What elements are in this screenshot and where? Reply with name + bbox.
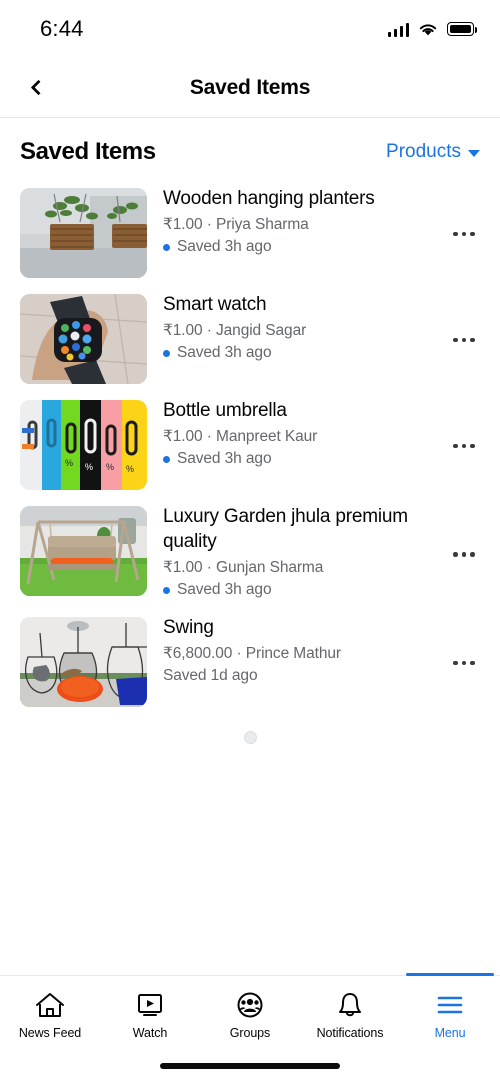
item-options-button[interactable] [442, 438, 486, 449]
item-price-seller: ₹6,800.00 · Prince Mathur [163, 645, 341, 662]
products-filter-dropdown[interactable]: Products [386, 141, 480, 163]
tab-label: Watch [132, 1026, 168, 1040]
item-saved-status: Saved 3h ago [163, 342, 434, 364]
list-item[interactable]: Luxury Garden jhula premium quality ₹1.0… [0, 496, 500, 607]
bell-icon [335, 989, 365, 1021]
item-saved-status: Saved 3h ago [163, 448, 434, 470]
list-item-body: Wooden hanging planters ₹1.00 · Priya Sh… [147, 184, 442, 258]
navigation-bar: Saved Items [0, 58, 500, 118]
filter-label: Products [386, 141, 461, 162]
svg-text:%: % [85, 462, 93, 472]
item-price-seller: ₹1.00 · Jangid Sagar [163, 322, 307, 339]
loading-spinner-icon [243, 731, 257, 744]
list-item-body: Luxury Garden jhula premium quality ₹1.0… [147, 502, 442, 601]
page-title: Saved Items [189, 75, 311, 99]
list-loading-indicator [0, 713, 500, 744]
item-options-button[interactable] [442, 655, 486, 666]
svg-text:%: % [65, 458, 73, 468]
item-title: Luxury Garden jhula premium quality [163, 506, 408, 552]
list-item[interactable]: Swing ₹6,800.00 · Prince Mathur Saved 1d… [0, 607, 500, 713]
section-title: Saved Items [20, 138, 156, 165]
item-title: Swing [163, 617, 214, 638]
item-title: Wooden hanging planters [163, 188, 375, 209]
bottom-tab-bar: News Feed Watch Groups Notifications Men… [0, 973, 500, 1080]
item-options-button[interactable] [442, 226, 486, 237]
thumbnail-swing[interactable] [20, 617, 147, 707]
item-price-seller: ₹1.00 · Manpreet Kaur [163, 428, 318, 445]
item-saved-time: Saved 1d ago [163, 667, 258, 684]
tab-label: Menu [434, 1026, 466, 1040]
back-button[interactable] [16, 68, 56, 108]
tab-label: News Feed [18, 1026, 82, 1040]
groups-people-icon [235, 989, 265, 1021]
svg-text:%: % [106, 462, 114, 472]
list-item[interactable]: Smart watch ₹1.00 · Jangid Sagar Saved 3… [0, 284, 500, 390]
item-saved-time: Saved 3h ago [177, 238, 272, 255]
item-title: Smart watch [163, 294, 267, 315]
thumbnail-wooden-hanging-planters[interactable] [20, 188, 147, 278]
tab-groups[interactable]: Groups [200, 976, 300, 1040]
chevron-down-icon [468, 150, 480, 157]
item-saved-time: Saved 3h ago [177, 450, 272, 467]
tab-watch[interactable]: Watch [100, 976, 200, 1040]
list-item-body: Swing ₹6,800.00 · Prince Mathur Saved 1d… [147, 613, 442, 687]
list-item-body: Bottle umbrella ₹1.00 · Manpreet Kaur Sa… [147, 396, 442, 470]
saved-items-list: Wooden hanging planters ₹1.00 · Priya Sh… [0, 178, 500, 713]
tab-news-feed[interactable]: News Feed [0, 976, 100, 1040]
chevron-left-icon [30, 79, 46, 96]
thumbnail-luxury-garden-jhula[interactable] [20, 506, 147, 596]
status-bar: 6:44 [0, 0, 500, 58]
home-icon [35, 989, 65, 1021]
tab-label: Notifications [316, 1026, 384, 1040]
video-play-icon [135, 989, 165, 1021]
unread-dot-icon [163, 349, 170, 357]
wifi-icon [418, 22, 438, 37]
hamburger-menu-icon [435, 989, 465, 1021]
thumbnail-bottle-umbrella[interactable]: %% %% [20, 400, 147, 490]
item-saved-status: Saved 3h ago [163, 236, 434, 258]
tab-menu[interactable]: Menu [400, 973, 500, 1040]
tab-label: Groups [229, 1026, 271, 1040]
home-indicator [160, 1063, 340, 1069]
unread-dot-icon [163, 586, 170, 594]
svg-text:%: % [126, 464, 134, 474]
item-saved-time: Saved 3h ago [177, 581, 272, 598]
item-saved-time: Saved 3h ago [177, 344, 272, 361]
unread-dot-icon [163, 455, 170, 463]
thumbnail-smart-watch[interactable] [20, 294, 147, 384]
list-item[interactable]: Wooden hanging planters ₹1.00 · Priya Sh… [0, 178, 500, 284]
item-title: Bottle umbrella [163, 400, 287, 421]
tab-notifications[interactable]: Notifications [300, 976, 400, 1040]
status-time: 6:44 [40, 16, 84, 41]
item-price-seller: ₹1.00 · Priya Sharma [163, 216, 309, 233]
item-saved-status: Saved 1d ago [163, 665, 434, 687]
cellular-signal-icon [387, 22, 409, 37]
unread-dot-icon [163, 243, 170, 251]
section-header: Saved Items Products [0, 118, 500, 178]
list-item[interactable]: %% %% Bottle umbrella ₹1.00 · Manpreet K… [0, 390, 500, 496]
list-item-body: Smart watch ₹1.00 · Jangid Sagar Saved 3… [147, 290, 442, 364]
item-price-seller: ₹1.00 · Gunjan Sharma [163, 559, 324, 576]
item-options-button[interactable] [442, 546, 486, 557]
battery-full-icon [447, 22, 477, 36]
status-icons [387, 22, 477, 37]
item-options-button[interactable] [442, 332, 486, 343]
item-saved-status: Saved 3h ago [163, 579, 434, 601]
